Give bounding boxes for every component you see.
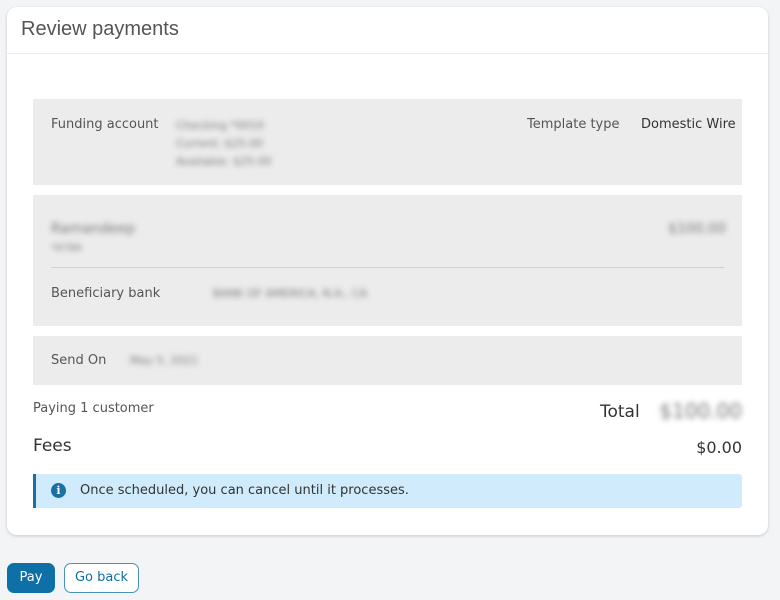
- review-payments-card: Review payments Funding account Checking…: [7, 7, 768, 535]
- divider: [51, 267, 724, 268]
- page-title: Review payments: [21, 18, 179, 40]
- total-value: $100.00: [659, 399, 742, 423]
- fees-value: $0.00: [696, 438, 742, 457]
- funding-account-label: Funding account: [51, 117, 159, 132]
- beneficiary-amount: $100.00: [668, 221, 726, 237]
- beneficiary-account: *6789: [51, 243, 82, 254]
- send-on-label: Send On: [51, 353, 107, 368]
- send-on-value: May 5, 2021: [130, 354, 199, 367]
- fees-label: Fees: [33, 436, 72, 456]
- template-type-label: Template type: [527, 117, 620, 132]
- total-label: Total: [600, 402, 640, 422]
- account-available: Available: $25.00: [176, 155, 272, 168]
- template-type-value: Domestic Wire: [641, 117, 736, 132]
- info-icon: i: [51, 483, 66, 498]
- paying-count: Paying 1 customer: [33, 401, 154, 416]
- beneficiary-bank-label: Beneficiary bank: [51, 286, 161, 301]
- beneficiary-panel: Ramandeep *6789 $100.00 Beneficiary bank…: [33, 195, 742, 326]
- beneficiary-bank-value: BANK OF AMERICA, N.A., CA: [213, 287, 368, 300]
- funding-panel: Funding account Checking *0010 Current: …: [33, 99, 742, 185]
- card-header: Review payments: [7, 7, 768, 54]
- go-back-button[interactable]: Go back: [64, 563, 139, 593]
- info-text: Once scheduled, you can cancel until it …: [80, 483, 409, 498]
- beneficiary-name: Ramandeep: [51, 221, 136, 237]
- send-on-panel: Send On May 5, 2021: [33, 336, 742, 385]
- account-current: Current: $25.00: [176, 137, 264, 150]
- info-alert: i Once scheduled, you can cancel until i…: [33, 474, 742, 508]
- account-name: Checking *0010: [176, 119, 264, 132]
- funding-account-value: Checking *0010 Current: $25.00 Available…: [176, 117, 271, 171]
- pay-button[interactable]: Pay: [7, 563, 55, 593]
